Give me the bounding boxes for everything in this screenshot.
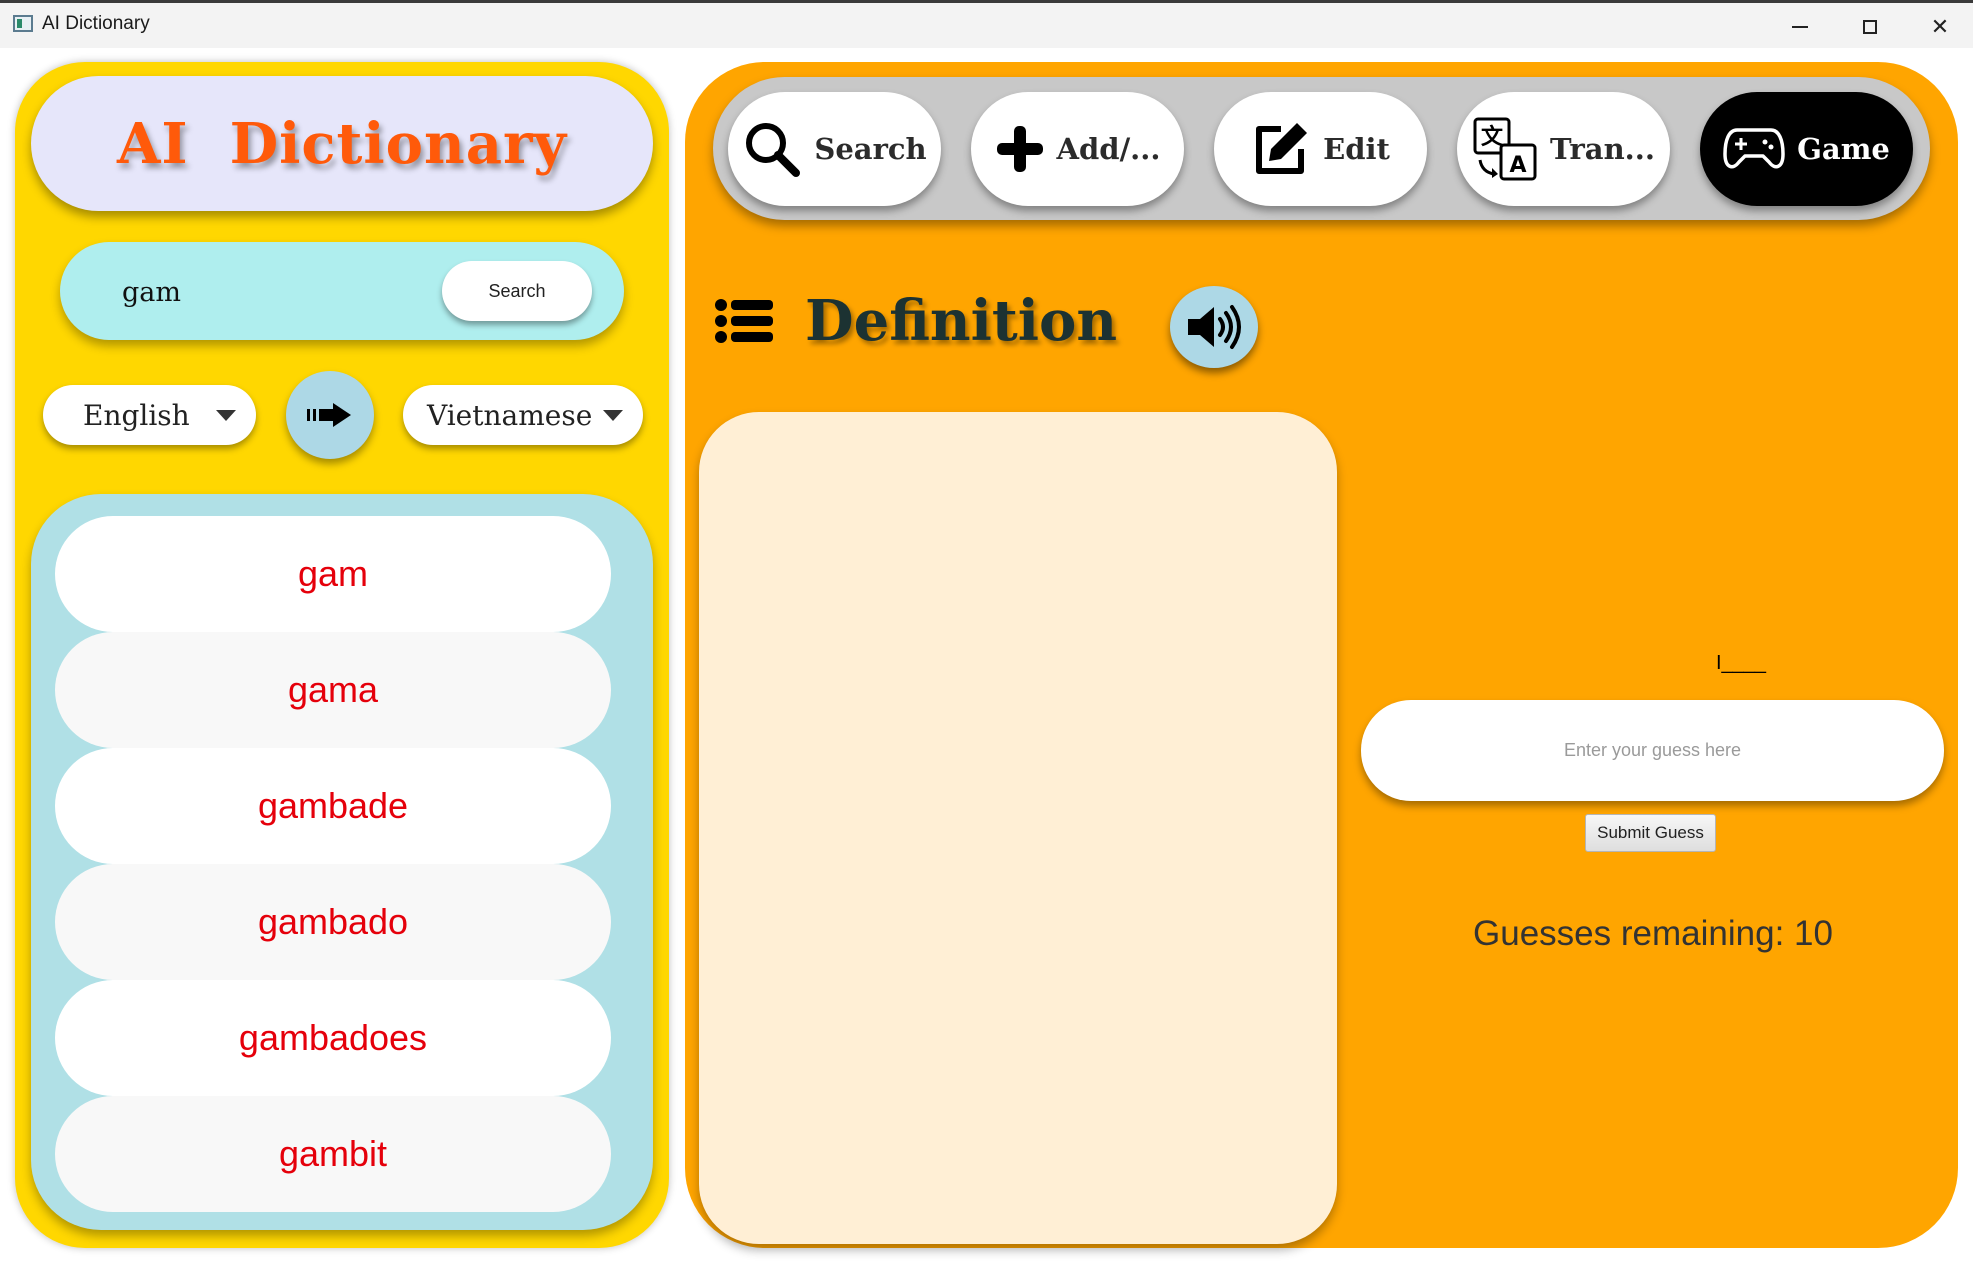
source-language-select[interactable]: English (43, 385, 256, 445)
translate-icon: 文 A (1473, 117, 1537, 181)
maximize-icon[interactable] (1840, 9, 1900, 45)
suggestion-item[interactable]: gambade (55, 748, 611, 864)
list-icon (715, 299, 773, 343)
search-input[interactable] (120, 266, 404, 318)
main-panel: Search Add/... Edit 文 A Tran... Game Def… (685, 62, 1958, 1248)
tab-game[interactable]: Game (1700, 92, 1913, 206)
chevron-down-icon (216, 410, 236, 421)
tab-game-label: Game (1797, 132, 1890, 166)
tab-translate[interactable]: 文 A Tran... (1457, 92, 1670, 206)
svg-text:A: A (1510, 153, 1527, 178)
arrow-right-icon (307, 403, 351, 427)
guesses-remaining: Guesses remaining: 10 (1473, 914, 1833, 953)
submit-guess-button[interactable]: Submit Guess (1585, 814, 1716, 852)
close-icon[interactable]: ✕ (1910, 9, 1970, 45)
target-language-select[interactable]: Vietnamese (403, 385, 643, 445)
pronounce-button[interactable] (1170, 286, 1258, 368)
suggestion-item[interactable]: gambit (55, 1096, 611, 1212)
source-language-value: English (83, 398, 190, 432)
window-title: AI Dictionary (42, 13, 150, 34)
guess-input[interactable] (1361, 700, 1944, 801)
swap-language-button[interactable] (286, 371, 374, 459)
tab-translate-label: Tran... (1550, 132, 1655, 166)
tab-edit[interactable]: Edit (1214, 92, 1427, 206)
window-titlebar: AI Dictionary ✕ (0, 0, 1973, 48)
gamepad-icon (1723, 128, 1785, 169)
app-icon (13, 15, 33, 32)
suggestion-item[interactable]: gam (55, 516, 611, 632)
suggestion-list: gam gama gambade gambado gambadoes gambi… (31, 494, 653, 1230)
tab-search-label: Search (814, 132, 927, 166)
search-button[interactable]: Search (442, 261, 592, 321)
suggestion-item[interactable]: gambadoes (55, 980, 611, 1096)
definition-content (699, 412, 1337, 1244)
suggestion-item[interactable]: gambado (55, 864, 611, 980)
tab-search[interactable]: Search (728, 92, 941, 206)
nav-bar: Search Add/... Edit 文 A Tran... Game (713, 77, 1930, 220)
tab-add[interactable]: Add/... (971, 92, 1184, 206)
search-icon (746, 123, 801, 177)
minimize-icon[interactable] (1770, 9, 1830, 45)
masked-word: I____ (1715, 652, 1767, 674)
tab-edit-label: Edit (1323, 132, 1390, 166)
chevron-down-icon (603, 410, 623, 421)
tab-add-label: Add/... (1056, 132, 1161, 166)
app-body: AI Dictionary Search English Vietnamese … (0, 48, 1973, 1263)
search-box: Search (60, 242, 624, 340)
definition-title: Definition (805, 288, 1118, 354)
edit-icon (1256, 123, 1308, 174)
app-brand-title: AI Dictionary (31, 76, 653, 211)
target-language-value: Vietnamese (427, 398, 593, 432)
plus-icon (996, 126, 1043, 172)
sidebar: AI Dictionary Search English Vietnamese … (15, 62, 669, 1248)
suggestion-item[interactable]: gama (55, 632, 611, 748)
speaker-icon (1188, 305, 1241, 349)
